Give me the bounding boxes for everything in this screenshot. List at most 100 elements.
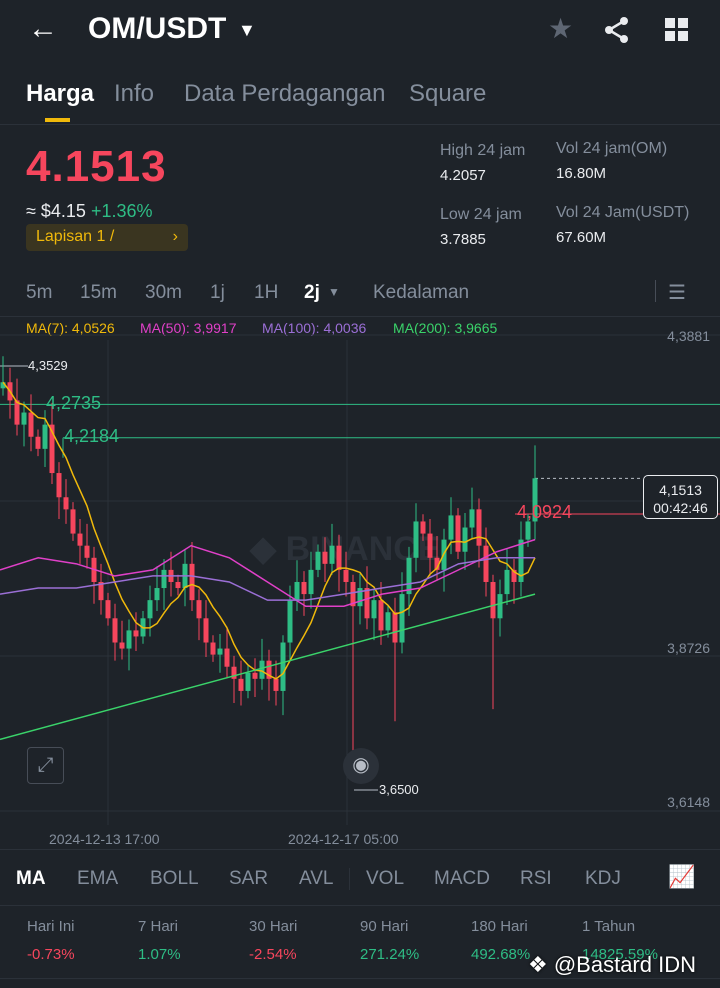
x-tick: 2024-12-13 17:00 [49,831,160,847]
candle [280,642,286,691]
indicator-ema[interactable]: EMA [77,868,118,890]
level-line-label: 4,2735 [46,393,102,413]
indicator-rsi[interactable]: RSI [520,868,552,890]
candle [203,618,209,643]
high-marker-label: 4,3529 [28,358,68,373]
candle [252,672,258,679]
candle [133,630,139,637]
candle [210,642,216,655]
candle [392,612,398,643]
candle [378,600,384,631]
candle [322,551,328,564]
candle [448,515,454,540]
eye-icon[interactable]: ◉ [343,748,379,784]
watermark: ❖ @Bastard IDN [528,952,696,977]
candle [238,678,244,691]
performance-label: 30 Hari [249,918,298,935]
candle [147,600,153,619]
candle [119,642,125,649]
candle [28,412,34,437]
performance-value: -2.54% [249,946,297,963]
candle [476,509,482,546]
candle [56,473,62,498]
low-marker-label: 3,6500 [379,782,419,797]
candle [336,545,342,570]
level-line-label: 4,2184 [64,426,120,446]
performance-label: 7 Hari [138,918,179,935]
performance-value: 492.68% [471,946,531,963]
candle [273,678,279,691]
last-price-tag-value: 4,1513 [659,482,702,498]
watermark-text: @Bastard IDN [553,952,696,977]
indicator-macd[interactable]: MACD [434,868,490,890]
candle [343,569,349,582]
candle [413,521,419,558]
candle [161,569,167,589]
candle [483,545,489,582]
candle [217,648,223,655]
candle [196,600,202,619]
candle [364,588,370,619]
candle [259,660,265,679]
candle [84,545,90,558]
candle [175,581,181,589]
indicator-avl[interactable]: AVL [299,868,334,890]
indicator-kdj[interactable]: KDJ [585,868,621,890]
candle [63,497,69,510]
divider [0,978,720,979]
indicator-sar[interactable]: SAR [229,868,268,890]
last-price-tag: 4,1513 00:42:46 [643,475,718,519]
candle [406,557,412,595]
indicator-vol[interactable]: VOL [366,868,404,890]
indicator-boll[interactable]: BOLL [150,868,199,890]
candle [525,521,531,540]
candle [427,533,433,558]
candle [42,424,48,449]
candle [315,551,321,570]
divider [0,849,720,850]
y-tick: 3,8726 [667,640,710,656]
performance-label: 180 Hari [471,918,528,935]
candle [469,509,475,528]
candle [455,515,461,552]
candle [287,600,293,643]
binance-watermark: ◆ BINANCE [249,530,441,568]
candle [14,400,20,425]
candle [70,509,76,534]
candle-countdown: 00:42:46 [653,500,708,516]
candle [112,618,118,643]
candle [497,594,503,619]
y-tick: 4,3881 [667,328,710,344]
candle [371,600,377,619]
candle [385,612,391,631]
indicator-settings-icon[interactable]: 📈 [668,864,695,890]
candle [245,672,251,691]
candle [126,630,132,649]
candle [462,527,468,552]
candle [77,533,83,546]
ma200-line [0,593,536,741]
candle [490,581,496,619]
expand-icon[interactable]: ⤢ [27,747,64,784]
order-line-label: 4,0924 [517,502,573,522]
candlestick-chart[interactable]: ◆ BINANCE [0,0,720,850]
candle [308,569,314,595]
divider [349,868,350,890]
y-tick: 3,6148 [667,794,710,810]
performance-label: 1 Tahun [582,918,636,935]
candle [329,545,335,564]
performance-value: 271.24% [360,946,420,963]
candle [399,594,405,643]
candle [21,412,27,425]
divider [0,905,720,906]
performance-value: 1.07% [138,946,181,963]
candle [420,521,426,534]
candle [504,569,510,595]
performance-label: Hari Ini [27,918,75,935]
candle [154,588,160,601]
candle [35,436,41,449]
candle [224,648,230,667]
candle [105,600,111,619]
indicator-ma[interactable]: MA [16,868,46,890]
candle [189,563,195,601]
